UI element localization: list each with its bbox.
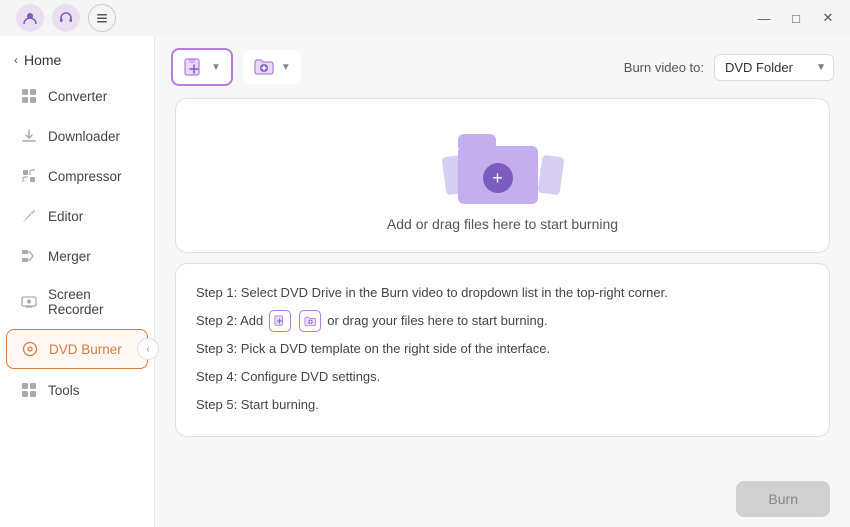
step-3: Step 3: Pick a DVD template on the right… [196, 336, 809, 362]
step-2-prefix: Step 2: Add [196, 308, 263, 334]
drop-label: Add or drag files here to start burning [387, 216, 618, 232]
editor-label: Editor [48, 209, 83, 224]
folder-plus-icon: + [483, 163, 513, 193]
headset-icon-btn[interactable] [52, 4, 80, 32]
add-file-button[interactable]: ▼ [171, 48, 233, 86]
burn-to-label: Burn video to: [624, 60, 704, 75]
converter-label: Converter [48, 89, 107, 104]
sidebar-item-editor[interactable]: Editor [6, 197, 148, 235]
drop-area-wrapper: + Add or drag files here to start burnin… [155, 98, 850, 471]
step-4: Step 4: Configure DVD settings. [196, 364, 809, 390]
add-file-mini-icon [269, 310, 291, 332]
step-5-text: Step 5: Start burning. [196, 392, 319, 418]
step-5: Step 5: Start burning. [196, 392, 809, 418]
merger-icon [20, 247, 38, 265]
user-icon [23, 11, 37, 25]
sidebar-collapse-btn[interactable]: ‹ [137, 338, 159, 360]
menu-icon [95, 11, 109, 25]
bottom-bar: Burn [155, 471, 850, 527]
back-chevron-icon: ‹ [14, 53, 18, 67]
headset-icon [59, 11, 73, 25]
step-1-text: Step 1: Select DVD Drive in the Burn vid… [196, 280, 668, 306]
sidebar-item-converter[interactable]: Converter [6, 77, 148, 115]
menu-icon-btn[interactable] [88, 4, 116, 32]
compressor-label: Compressor [48, 169, 122, 184]
add-folder-dropdown-arrow: ▼ [281, 62, 291, 73]
converter-icon [20, 87, 38, 105]
sidebar: ‹ Home Converter Dow [0, 36, 155, 527]
title-bar: — □ ✕ [0, 0, 850, 36]
dvd-burner-label: DVD Burner [49, 342, 122, 357]
tools-label: Tools [48, 383, 80, 398]
sidebar-item-downloader[interactable]: Downloader [6, 117, 148, 155]
burn-to-select-wrapper: DVD Folder DVD Disc ISO File ▼ [714, 54, 834, 81]
add-file-dropdown-arrow: ▼ [211, 62, 221, 73]
compressor-icon [20, 167, 38, 185]
close-button[interactable]: ✕ [814, 4, 842, 32]
tools-icon [20, 381, 38, 399]
app-body: ‹ Home Converter Dow [0, 36, 850, 527]
screen-recorder-label: Screen Recorder [48, 287, 134, 317]
user-icon-btn[interactable] [16, 4, 44, 32]
sidebar-item-tools[interactable]: Tools [6, 371, 148, 409]
downloader-icon [20, 127, 38, 145]
sidebar-back-btn[interactable]: ‹ Home [0, 44, 154, 76]
folder-sheet-right [537, 155, 564, 196]
merger-label: Merger [48, 249, 91, 264]
add-folder-icon [253, 56, 275, 78]
maximize-button[interactable]: □ [782, 4, 810, 32]
add-file-icon [183, 56, 205, 78]
step-1: Step 1: Select DVD Drive in the Burn vid… [196, 280, 809, 306]
downloader-label: Downloader [48, 129, 120, 144]
dvd-burner-icon [21, 340, 39, 358]
step-4-text: Step 4: Configure DVD settings. [196, 364, 380, 390]
step-2-suffix: or drag your files here to start burning… [327, 308, 547, 334]
sidebar-home-label: Home [24, 52, 61, 68]
burn-button-label: Burn [768, 491, 798, 507]
sidebar-item-screen-recorder[interactable]: Screen Recorder [6, 277, 148, 327]
sidebar-item-merger[interactable]: Merger [6, 237, 148, 275]
minimize-button[interactable]: — [750, 4, 778, 32]
step-2: Step 2: Add or drag [196, 308, 809, 334]
toolbar: ▼ ▼ Burn video to: DVD Folder DVD Disc [155, 36, 850, 98]
burn-to-select[interactable]: DVD Folder DVD Disc ISO File [714, 54, 834, 81]
instructions-panel: Step 1: Select DVD Drive in the Burn vid… [175, 263, 830, 437]
add-folder-mini-icon [299, 310, 321, 332]
editor-icon [20, 207, 38, 225]
folder-illustration: + [458, 129, 548, 204]
burn-button[interactable]: Burn [736, 481, 830, 517]
screen-recorder-icon [20, 293, 38, 311]
step-3-text: Step 3: Pick a DVD template on the right… [196, 336, 550, 362]
sidebar-item-compressor[interactable]: Compressor [6, 157, 148, 195]
title-bar-icons [16, 4, 116, 32]
folder-body: + [458, 146, 538, 204]
drop-zone[interactable]: + Add or drag files here to start burnin… [175, 98, 830, 253]
add-folder-button[interactable]: ▼ [243, 50, 301, 84]
sidebar-item-dvd-burner[interactable]: DVD Burner ‹ [6, 329, 148, 369]
main-content: ▼ ▼ Burn video to: DVD Folder DVD Disc [155, 36, 850, 527]
